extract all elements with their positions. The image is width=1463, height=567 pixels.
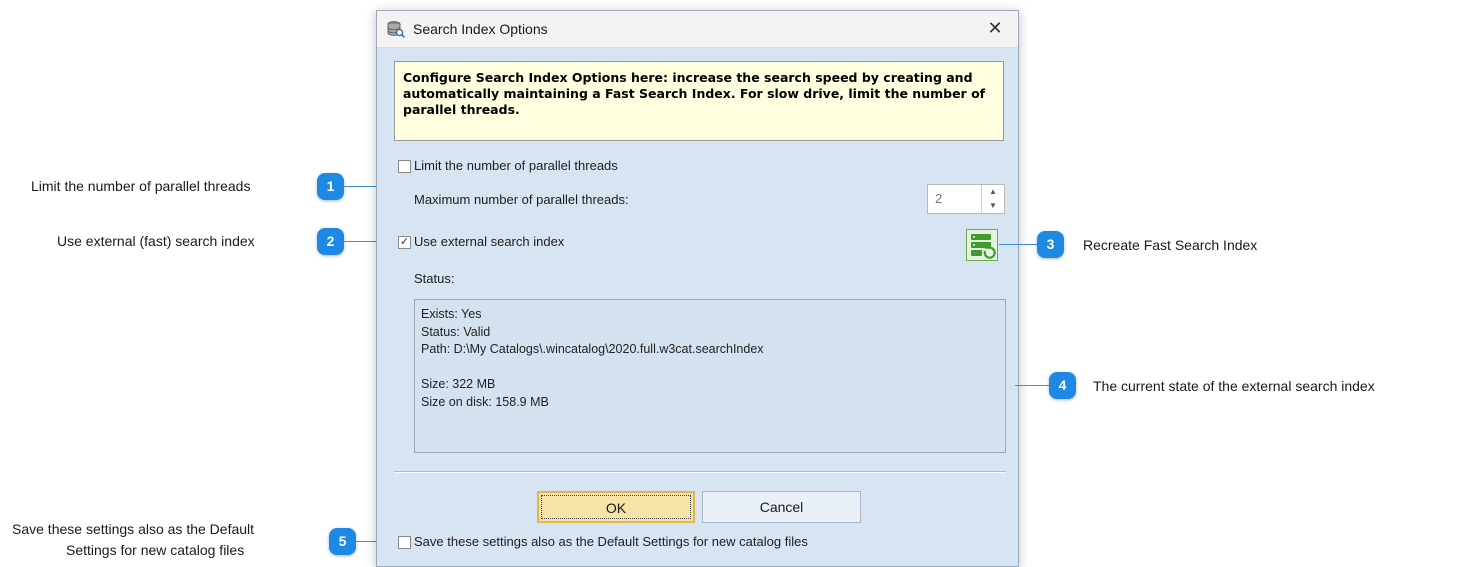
spinner-down-icon[interactable]: ▼	[982, 199, 1004, 213]
callout-3-badge: 3	[1037, 231, 1064, 258]
callout-4-line	[1015, 385, 1049, 386]
recreate-index-icon	[971, 234, 996, 259]
divider	[394, 471, 1006, 473]
callout-4-badge: 4	[1049, 372, 1076, 399]
callout-5-badge: 5	[329, 528, 356, 555]
save-default-label[interactable]: Save these settings also as the Default …	[414, 534, 808, 549]
close-button[interactable]: ✕	[984, 17, 1006, 39]
search-index-options-dialog: Search Index Options ✕ Configure Search …	[376, 10, 1019, 567]
callout-4-text: The current state of the external search…	[1093, 378, 1375, 394]
spinner-buttons: ▲ ▼	[981, 185, 1004, 213]
info-message: Configure Search Index Options here: inc…	[394, 61, 1004, 141]
callout-2-text: Use external (fast) search index	[57, 233, 255, 249]
status-line: Path: D:\My Catalogs\.wincatalog\2020.fu…	[421, 342, 764, 356]
ok-button[interactable]: OK	[537, 491, 695, 523]
callout-5-text-line1: Save these settings also as the Default	[12, 521, 255, 537]
callout-3-text: Recreate Fast Search Index	[1083, 237, 1258, 253]
limit-threads-label[interactable]: Limit the number of parallel threads	[414, 158, 618, 173]
status-label: Status:	[414, 271, 455, 286]
max-threads-spinner[interactable]: 2 ▲ ▼	[927, 184, 1005, 214]
max-threads-value[interactable]: 2	[935, 191, 942, 206]
callout-5-text-line2: Settings for new catalog files	[66, 542, 245, 558]
max-threads-label: Maximum number of parallel threads:	[414, 192, 629, 207]
limit-threads-checkbox[interactable]	[398, 160, 411, 173]
callout-1-text: Limit the number of parallel threads	[31, 178, 251, 194]
callout-3-line	[999, 244, 1037, 245]
save-default-checkbox[interactable]	[398, 536, 411, 549]
status-details-box: Exists: Yes Status: Valid Path: D:\My Ca…	[414, 299, 1006, 453]
database-search-icon	[387, 21, 405, 38]
recreate-index-button[interactable]	[966, 229, 998, 261]
status-line: Status: Valid	[421, 324, 491, 339]
use-external-index-checkbox[interactable]: ✓	[398, 236, 411, 249]
use-external-index-label[interactable]: Use external search index	[414, 234, 564, 249]
title-bar: Search Index Options ✕	[377, 11, 1018, 48]
dialog-title: Search Index Options	[413, 21, 548, 37]
spinner-up-icon[interactable]: ▲	[982, 185, 1004, 199]
status-line: Size on disk: 158.9 MB	[421, 394, 549, 409]
callout-2-badge: 2	[317, 228, 344, 255]
status-line: Size: 322 MB	[421, 377, 496, 391]
status-line	[421, 359, 999, 377]
cancel-button[interactable]: Cancel	[702, 491, 861, 523]
callout-1-badge: 1	[317, 173, 344, 200]
status-line: Exists: Yes	[421, 307, 482, 321]
